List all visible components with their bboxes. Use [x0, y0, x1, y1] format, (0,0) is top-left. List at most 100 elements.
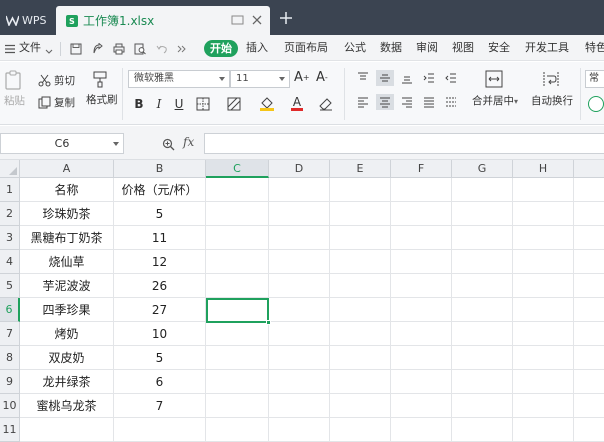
- grid-cell[interactable]: [206, 418, 269, 442]
- grid-cell[interactable]: [330, 274, 391, 298]
- grid-cell[interactable]: [269, 202, 330, 226]
- grid-cell[interactable]: [206, 322, 269, 346]
- grid-cell[interactable]: [330, 298, 391, 322]
- grid-cell[interactable]: [452, 178, 513, 202]
- row-header-8[interactable]: 8: [0, 346, 20, 370]
- grid-cell[interactable]: [391, 202, 452, 226]
- align-top-icon[interactable]: [354, 70, 372, 86]
- grid-cell[interactable]: [513, 394, 574, 418]
- grid-cell[interactable]: [513, 202, 574, 226]
- grid-cell[interactable]: [513, 298, 574, 322]
- grid-cell[interactable]: 四季珍果: [20, 298, 114, 322]
- grid-cell[interactable]: [452, 226, 513, 250]
- grid-cell[interactable]: [574, 394, 604, 418]
- grid-cell[interactable]: [391, 250, 452, 274]
- grid-cell[interactable]: [452, 202, 513, 226]
- grid-cell[interactable]: [269, 250, 330, 274]
- tab-formulas[interactable]: 公式: [344, 41, 366, 55]
- grid-cell[interactable]: [206, 346, 269, 370]
- row-header-2[interactable]: 2: [0, 202, 20, 226]
- grid-cell[interactable]: [513, 178, 574, 202]
- grid-cell[interactable]: [452, 418, 513, 442]
- grid-cell[interactable]: [330, 250, 391, 274]
- grid-cell[interactable]: [269, 370, 330, 394]
- grid-cell[interactable]: [391, 274, 452, 298]
- grid-cell[interactable]: [574, 298, 604, 322]
- grid-cell[interactable]: [452, 250, 513, 274]
- grid-cell[interactable]: [330, 394, 391, 418]
- grid-cell[interactable]: [269, 298, 330, 322]
- more-tools-icon[interactable]: [176, 43, 188, 55]
- grid-cell[interactable]: [269, 394, 330, 418]
- grid-cell[interactable]: [330, 370, 391, 394]
- grid-cell[interactable]: [513, 226, 574, 250]
- grid-cell[interactable]: [452, 274, 513, 298]
- column-header-c[interactable]: C: [206, 160, 269, 178]
- grid-cell[interactable]: 5: [114, 202, 206, 226]
- grid-cell[interactable]: [330, 226, 391, 250]
- grid-cell[interactable]: [206, 250, 269, 274]
- distribute-icon[interactable]: [442, 94, 460, 110]
- grid-cell[interactable]: [574, 250, 604, 274]
- grid-cell[interactable]: [269, 322, 330, 346]
- grid-cell[interactable]: 11: [114, 226, 206, 250]
- grid-cell[interactable]: [391, 322, 452, 346]
- print-preview-icon[interactable]: [134, 43, 146, 55]
- grid-cell[interactable]: [391, 394, 452, 418]
- grid-cell[interactable]: [330, 202, 391, 226]
- row-header-6[interactable]: 6: [0, 298, 20, 322]
- borders-icon[interactable]: [193, 96, 213, 112]
- column-header-h[interactable]: H: [513, 160, 574, 178]
- grid-cell[interactable]: [269, 418, 330, 442]
- grid-cell[interactable]: 双皮奶: [20, 346, 114, 370]
- hamburger-menu-icon[interactable]: [4, 43, 16, 55]
- decrease-font-icon[interactable]: A-: [316, 70, 328, 85]
- grid-cell[interactable]: [452, 298, 513, 322]
- grid-cell[interactable]: [206, 178, 269, 202]
- justify-icon[interactable]: [420, 94, 438, 110]
- align-center-icon[interactable]: [376, 94, 394, 110]
- fill-color-icon[interactable]: [256, 96, 278, 112]
- active-cell-cursor[interactable]: [206, 298, 271, 325]
- function-icon[interactable]: fx: [183, 135, 194, 149]
- close-tab-icon[interactable]: [250, 13, 264, 27]
- row-header-11[interactable]: 11: [0, 418, 20, 442]
- grid-cell[interactable]: [452, 394, 513, 418]
- grid-cell[interactable]: [513, 370, 574, 394]
- tab-security[interactable]: 安全: [488, 41, 510, 55]
- cut-button[interactable]: 剪切: [38, 73, 75, 88]
- column-header-b[interactable]: B: [114, 160, 206, 178]
- grid-cell[interactable]: [206, 226, 269, 250]
- grid-cell[interactable]: 12: [114, 250, 206, 274]
- grid-cell[interactable]: [574, 346, 604, 370]
- row-header-9[interactable]: 9: [0, 370, 20, 394]
- align-bottom-icon[interactable]: [398, 70, 416, 86]
- row-header-7[interactable]: 7: [0, 322, 20, 346]
- grid-cell[interactable]: 价格（元/杯）: [114, 178, 206, 202]
- grid-cell[interactable]: [513, 346, 574, 370]
- grid-cell[interactable]: [206, 394, 269, 418]
- grid-cell[interactable]: 7: [114, 394, 206, 418]
- column-header-e[interactable]: E: [330, 160, 391, 178]
- column-header-a[interactable]: A: [20, 160, 114, 178]
- grid-cell[interactable]: [269, 226, 330, 250]
- column-header-g[interactable]: G: [452, 160, 513, 178]
- tab-features[interactable]: 特色: [585, 41, 604, 55]
- save-icon[interactable]: [70, 43, 82, 55]
- wrap-text-button[interactable]: 自动换行: [531, 70, 573, 108]
- grid-cell[interactable]: [574, 322, 604, 346]
- grid-cell[interactable]: [391, 226, 452, 250]
- grid-cell[interactable]: [206, 370, 269, 394]
- indent-increase-icon[interactable]: [420, 70, 438, 86]
- align-left-icon[interactable]: [354, 94, 372, 110]
- zoom-icon[interactable]: [162, 138, 175, 151]
- tab-data[interactable]: 数据: [380, 41, 402, 55]
- grid-cell[interactable]: 5: [114, 346, 206, 370]
- grid-cell[interactable]: 珍珠奶茶: [20, 202, 114, 226]
- grid-cell[interactable]: [574, 202, 604, 226]
- grid-cell[interactable]: [513, 274, 574, 298]
- tab-start[interactable]: 开始: [204, 40, 238, 57]
- indent-decrease-icon[interactable]: [442, 70, 460, 86]
- tab-review[interactable]: 审阅: [416, 41, 438, 55]
- grid-cell[interactable]: [513, 418, 574, 442]
